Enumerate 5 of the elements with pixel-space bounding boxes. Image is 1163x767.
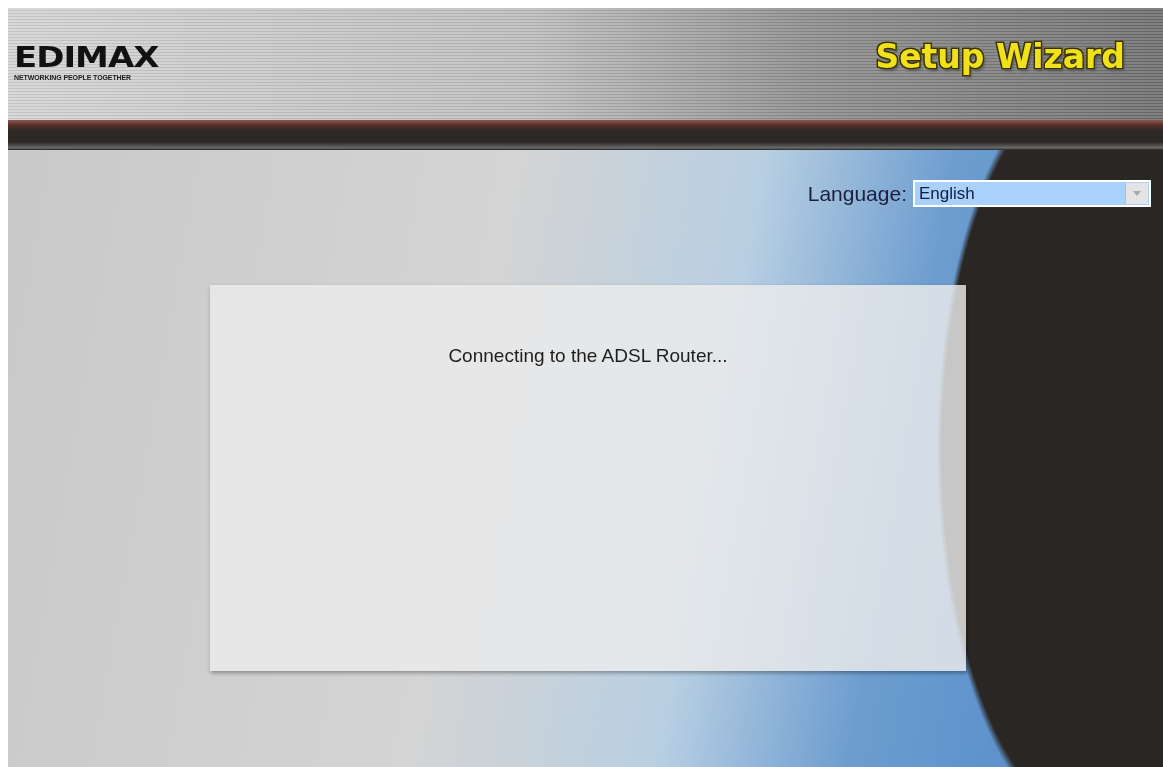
page-title: Setup Wizard <box>875 38 1125 76</box>
status-message: Connecting to the ADSL Router... <box>448 345 728 368</box>
language-label: Language: <box>807 181 907 206</box>
logo-wordmark: EDIMAX <box>14 42 159 71</box>
language-dropdown[interactable]: English <box>913 180 1151 207</box>
